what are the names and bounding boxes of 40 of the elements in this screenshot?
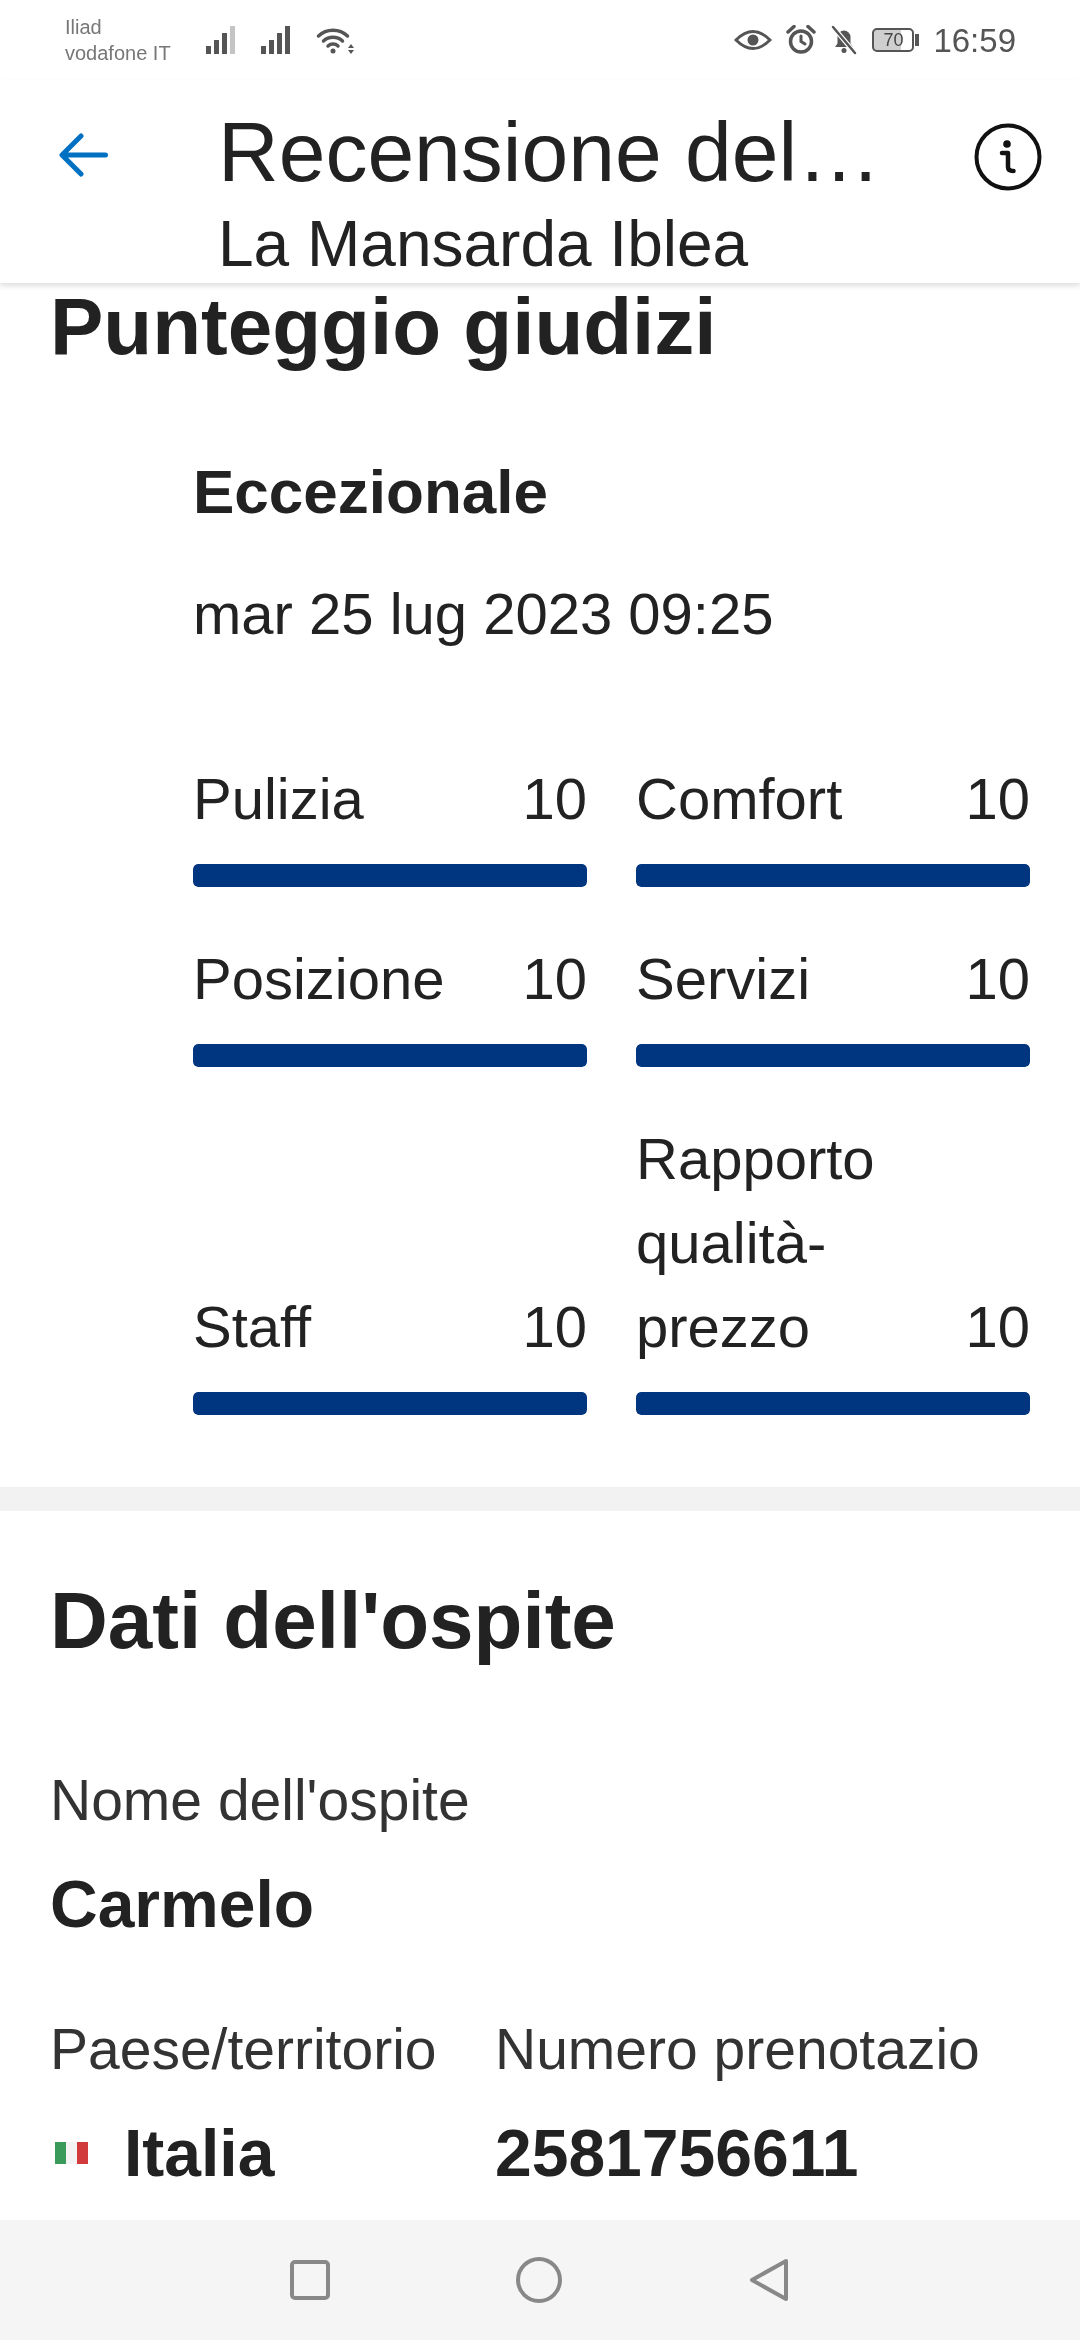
flag-icon: [55, 2142, 88, 2164]
page-subtitle: La Mansarda Iblea: [218, 208, 750, 280]
field-label: Paese/territorio: [50, 2016, 438, 2083]
signal-icon: [260, 26, 290, 54]
back-arrow-icon[interactable]: [58, 133, 108, 177]
carrier-name: vodafone IT: [65, 41, 171, 66]
square-icon[interactable]: [290, 2260, 330, 2300]
section-heading: Punteggio giudizi: [50, 283, 718, 371]
category-score: 10: [965, 945, 1030, 1013]
back-icon[interactable]: [748, 2257, 790, 2303]
field-value: Italia: [124, 2115, 275, 2192]
eye-icon: [734, 28, 773, 52]
category-label: Staff: [193, 1293, 313, 1361]
review-date: mar 25 lug 2023 09:25: [193, 580, 775, 648]
circle-icon[interactable]: [516, 2257, 562, 2303]
category-label: Posizione: [193, 945, 446, 1013]
category-score: 10: [522, 945, 587, 1013]
field-value: 2581756611: [495, 2115, 859, 2192]
page-title: Recensione del…: [218, 104, 883, 201]
field-label: Numero prenotazio: [495, 2016, 981, 2083]
category-label: Comfort: [636, 765, 844, 833]
wifi-icon: [315, 25, 356, 55]
field-value: Carmelo: [50, 1866, 315, 1943]
field-label: Nome dell'ospite: [50, 1767, 471, 1834]
battery-indicator: 70: [872, 28, 920, 52]
bell-slash-icon: [830, 25, 859, 55]
section-heading: Dati dell'ospite: [50, 1577, 617, 1665]
signal-icon: [205, 26, 235, 54]
category-score: 10: [965, 1293, 1030, 1361]
category-label: Rapporto qualità-prezzo: [636, 1125, 876, 1361]
category-score: 10: [522, 765, 587, 833]
rating-text: Eccezionale: [193, 456, 549, 528]
category-label: Pulizia: [193, 765, 365, 833]
category-score: 10: [965, 765, 1030, 833]
alarm-clock-icon: [786, 25, 817, 55]
carrier-name: Iliad: [65, 15, 103, 40]
status-time: 16:59: [933, 23, 1016, 57]
category-score: 10: [522, 1293, 587, 1361]
category-label: Servizi: [636, 945, 812, 1013]
info-icon[interactable]: [974, 123, 1042, 191]
